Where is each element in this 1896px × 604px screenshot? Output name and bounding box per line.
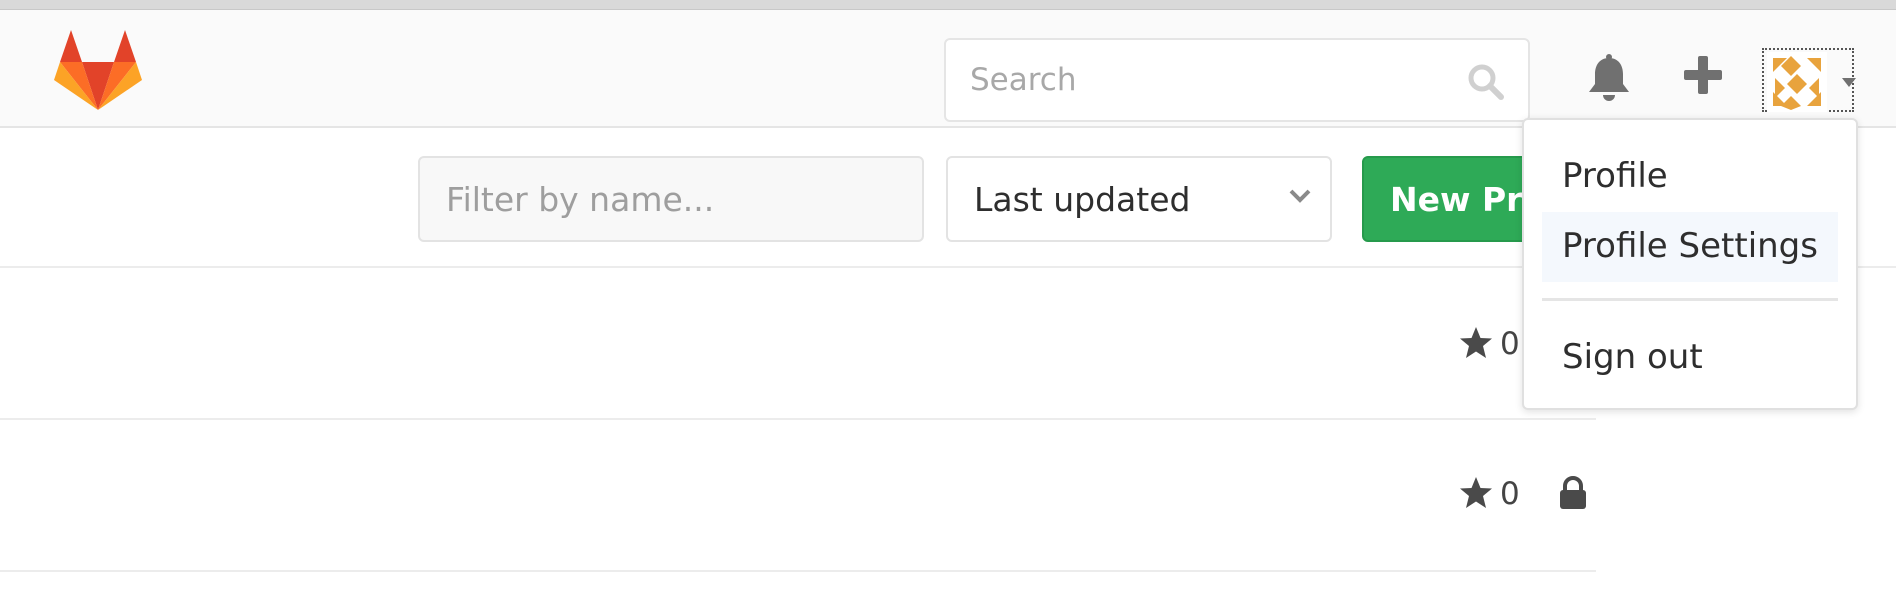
star-count: 0 bbox=[1500, 326, 1520, 362]
star-icon bbox=[1460, 477, 1492, 508]
gitlab-logo-icon[interactable] bbox=[54, 30, 142, 112]
search-placeholder: Search bbox=[970, 62, 1077, 98]
chevron-down-icon bbox=[1289, 189, 1311, 203]
filter-by-name-input[interactable]: Filter by name... bbox=[418, 156, 924, 242]
star-count: 0 bbox=[1500, 476, 1520, 512]
caret-down-icon[interactable] bbox=[1842, 78, 1856, 88]
project-row[interactable]: 0 bbox=[0, 420, 1596, 570]
search-icon bbox=[1468, 64, 1504, 100]
star-icon bbox=[1460, 327, 1492, 358]
sort-dropdown[interactable]: Last updated bbox=[946, 156, 1332, 242]
browser-top-strip bbox=[0, 0, 1896, 10]
menu-item-profile[interactable]: Profile bbox=[1542, 142, 1838, 212]
menu-item-sign-out[interactable]: Sign out bbox=[1542, 323, 1838, 393]
menu-item-profile-settings[interactable]: Profile Settings bbox=[1542, 212, 1838, 282]
plus-icon[interactable] bbox=[1684, 56, 1722, 94]
project-row[interactable]: 0 bbox=[0, 268, 1596, 418]
lock-icon bbox=[1560, 476, 1586, 509]
user-avatar-button[interactable] bbox=[1762, 48, 1854, 112]
avatar bbox=[1767, 52, 1827, 112]
filter-placeholder: Filter by name... bbox=[446, 180, 715, 219]
user-dropdown-menu: Profile Profile Settings Sign out bbox=[1522, 118, 1858, 410]
menu-divider bbox=[1542, 298, 1838, 301]
divider bbox=[0, 570, 1596, 572]
top-navbar: Search bbox=[0, 10, 1896, 128]
search-input[interactable]: Search bbox=[944, 38, 1530, 122]
sort-selected-value: Last updated bbox=[974, 180, 1191, 219]
bell-icon[interactable] bbox=[1586, 54, 1632, 104]
